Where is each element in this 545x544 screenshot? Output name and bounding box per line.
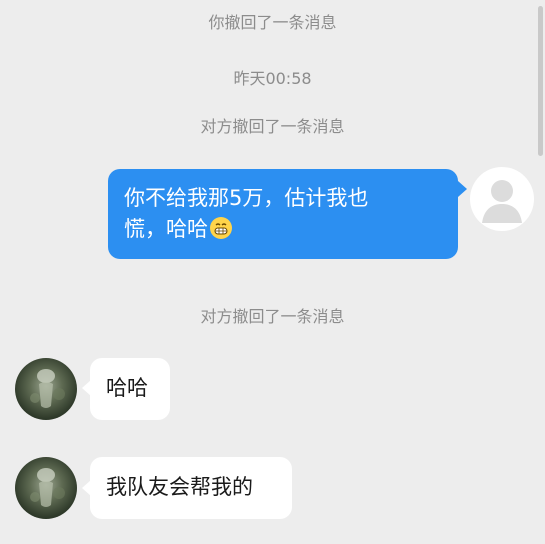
message-text: 我队友会帮我的 bbox=[106, 475, 253, 499]
system-notice-you-recalled: 你撤回了一条消息 bbox=[208, 13, 337, 32]
message-text-line: 慌，哈哈 bbox=[124, 214, 442, 245]
message-text: 哈哈 bbox=[106, 376, 148, 400]
bubble-tail bbox=[458, 181, 467, 197]
message-text: 慌，哈哈 bbox=[124, 217, 208, 241]
contact-photo-icon bbox=[30, 468, 65, 507]
message-timestamp: 昨天00:58 bbox=[233, 69, 312, 88]
system-notice-other-recalled: 对方撤回了一条消息 bbox=[200, 307, 345, 326]
own-avatar[interactable] bbox=[470, 167, 534, 231]
contact-avatar[interactable] bbox=[15, 457, 77, 519]
contact-avatar[interactable] bbox=[15, 358, 77, 420]
grinning-face-emoji-icon bbox=[210, 217, 232, 239]
chat-view[interactable]: 你撤回了一条消息 昨天00:58 对方撤回了一条消息 你不给我那5万，估计我也 … bbox=[0, 0, 545, 544]
incoming-message-bubble[interactable]: 我队友会帮我的 bbox=[90, 457, 292, 519]
message-text-line: 你不给我那5万，估计我也 bbox=[124, 186, 369, 210]
outgoing-message-bubble[interactable]: 你不给我那5万，估计我也 慌，哈哈 bbox=[108, 169, 458, 259]
incoming-message-bubble[interactable]: 哈哈 bbox=[90, 358, 170, 420]
default-user-icon bbox=[482, 180, 522, 223]
contact-photo-icon bbox=[30, 369, 65, 408]
system-notice-other-recalled: 对方撤回了一条消息 bbox=[200, 117, 345, 136]
